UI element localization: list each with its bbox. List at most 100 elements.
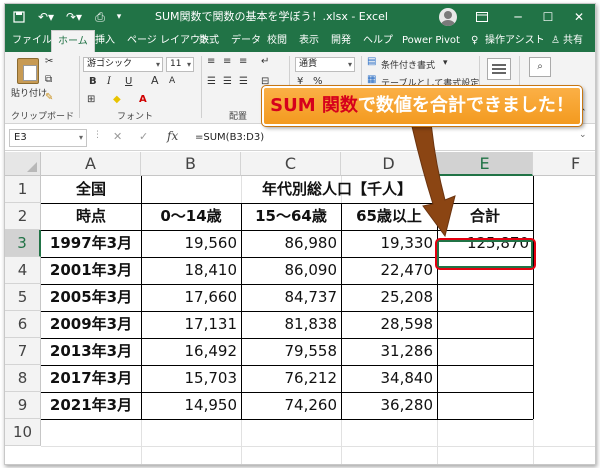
tab-developer[interactable]: 開発 <box>331 30 351 52</box>
column-header-c[interactable]: C <box>241 152 341 176</box>
name-box[interactable]: E3 <box>9 129 87 147</box>
cell-b5[interactable]: 17,660 <box>141 284 241 311</box>
row-header-8[interactable]: 8 <box>5 365 41 392</box>
cell-b4[interactable]: 18,410 <box>141 257 241 284</box>
cell-e8[interactable] <box>437 365 533 392</box>
column-header-a[interactable]: A <box>41 152 141 176</box>
row-header-10[interactable]: 10 <box>5 419 41 446</box>
tab-page-layout[interactable]: ページ レイアウト <box>127 30 210 52</box>
number-format-select[interactable]: 通貨 <box>295 57 355 72</box>
tell-me-search[interactable]: 操作アシスト <box>485 30 545 52</box>
share-icon[interactable]: ♙ <box>551 30 560 52</box>
cut-icon[interactable]: ✂ <box>45 56 53 67</box>
cell-a7[interactable]: 2013年3月 <box>41 338 141 365</box>
select-all-button[interactable] <box>5 152 41 176</box>
table-format-icon[interactable]: ▦ <box>367 74 376 85</box>
align-center-icon[interactable]: ☰ <box>223 76 232 87</box>
cell-d9[interactable]: 36,280 <box>341 392 437 419</box>
expand-formula-bar-icon[interactable]: ⌄ <box>579 130 587 140</box>
redo-icon[interactable]: ↷▾ <box>63 4 85 30</box>
align-middle-icon[interactable]: ≡ <box>223 56 231 67</box>
shrink-font-button[interactable]: A <box>169 76 175 86</box>
cell-d6[interactable]: 28,598 <box>341 311 437 338</box>
row-header-2[interactable]: 2 <box>5 203 41 230</box>
tab-home[interactable]: ホーム <box>51 30 95 52</box>
cell-a9[interactable]: 2021年3月 <box>41 392 141 419</box>
formula-input[interactable]: =SUM(B3:D3) <box>195 129 264 147</box>
row-header-5[interactable]: 5 <box>5 284 41 311</box>
cell-c4[interactable]: 86,090 <box>241 257 341 284</box>
cell-c6[interactable]: 81,838 <box>241 311 341 338</box>
header-cell-a2[interactable]: 時点 <box>41 203 141 230</box>
user-avatar-icon[interactable] <box>439 8 457 26</box>
cell-e9[interactable] <box>437 392 533 419</box>
cell-a6[interactable]: 2009年3月 <box>41 311 141 338</box>
cell-a8[interactable]: 2017年3月 <box>41 365 141 392</box>
copy-icon[interactable]: ⧉ <box>45 74 52 85</box>
italic-button[interactable]: I <box>107 76 111 87</box>
cancel-icon[interactable]: ✕ <box>113 130 122 143</box>
tab-review[interactable]: 校閲 <box>267 30 287 52</box>
paste-icon[interactable] <box>17 58 39 84</box>
maximize-button[interactable]: ☐ <box>535 4 561 30</box>
minimize-button[interactable]: ─ <box>505 4 531 30</box>
close-button[interactable]: ✕ <box>565 4 593 30</box>
undo-icon[interactable]: ↶▾ <box>35 4 57 30</box>
fill-color-icon[interactable]: ◆ <box>113 94 121 105</box>
enter-icon[interactable]: ✓ <box>139 130 148 143</box>
cell-b8[interactable]: 15,703 <box>141 365 241 392</box>
cell-a4[interactable]: 2001年3月 <box>41 257 141 284</box>
cell-d4[interactable]: 22,470 <box>341 257 437 284</box>
tab-formulas[interactable]: 数式 <box>199 30 219 52</box>
find-select-icon[interactable]: ⌕ <box>529 57 551 77</box>
cell-c9[interactable]: 74,260 <box>241 392 341 419</box>
paste-button[interactable]: 貼り付け <box>11 86 47 99</box>
cell-b3[interactable]: 19,560 <box>141 230 241 257</box>
wrap-text-icon[interactable]: ↵ <box>261 56 269 67</box>
formula-bar-options-icon[interactable]: ⋮ <box>93 130 102 140</box>
cell-a3[interactable]: 1997年3月 <box>41 230 141 257</box>
cell-e6[interactable] <box>437 311 533 338</box>
align-bottom-icon[interactable]: ≡ <box>239 56 247 67</box>
cell-b7[interactable]: 16,492 <box>141 338 241 365</box>
tab-file[interactable]: ファイル <box>12 30 52 52</box>
underline-button[interactable]: U <box>125 76 132 87</box>
cell-d8[interactable]: 34,840 <box>341 365 437 392</box>
cell-b6[interactable]: 17,131 <box>141 311 241 338</box>
cell-c3[interactable]: 86,980 <box>241 230 341 257</box>
format-painter-icon[interactable]: ✎ <box>45 92 53 103</box>
row-header-1[interactable]: 1 <box>5 176 41 203</box>
cell-d5[interactable]: 25,208 <box>341 284 437 311</box>
insert-function-icon[interactable]: fx <box>167 129 178 143</box>
column-header-b[interactable]: B <box>141 152 241 176</box>
tab-insert[interactable]: 挿入 <box>95 30 115 52</box>
cell-d7[interactable]: 31,286 <box>341 338 437 365</box>
tab-help[interactable]: ヘルプ <box>363 30 393 52</box>
cell-e5[interactable] <box>437 284 533 311</box>
font-size-select[interactable]: 11 <box>166 57 194 72</box>
conditional-format-button[interactable]: 条件付き書式 <box>381 58 435 71</box>
row-header-6[interactable]: 6 <box>5 311 41 338</box>
cell-a1[interactable]: 全国 <box>41 176 141 203</box>
print-preview-icon[interactable]: ⎙ <box>91 4 109 30</box>
font-color-icon[interactable]: A <box>139 94 147 105</box>
ribbon-display-options-icon[interactable] <box>471 4 493 30</box>
cell-b9[interactable]: 14,950 <box>141 392 241 419</box>
row-header-3[interactable]: 3 <box>5 230 41 257</box>
align-left-icon[interactable]: ☰ <box>207 76 216 87</box>
row-header-4[interactable]: 4 <box>5 257 41 284</box>
tab-view[interactable]: 表示 <box>299 30 319 52</box>
align-right-icon[interactable]: ☰ <box>239 76 248 87</box>
borders-icon[interactable]: ⊞ <box>87 94 95 105</box>
tab-data[interactable]: データ <box>231 30 261 52</box>
grow-font-button[interactable]: A <box>151 74 159 87</box>
conditional-format-icon[interactable]: ▤ <box>367 56 376 67</box>
cell-a5[interactable]: 2005年3月 <box>41 284 141 311</box>
header-cell-c2[interactable]: 15～64歳 <box>241 203 341 230</box>
save-icon[interactable] <box>11 4 27 30</box>
cell-c5[interactable]: 84,737 <box>241 284 341 311</box>
header-cell-b2[interactable]: 0～14歳 <box>141 203 241 230</box>
row-header-7[interactable]: 7 <box>5 338 41 365</box>
customize-toolbar-icon[interactable]: ▾ <box>113 4 125 30</box>
font-name-select[interactable]: 游ゴシック <box>83 57 163 72</box>
